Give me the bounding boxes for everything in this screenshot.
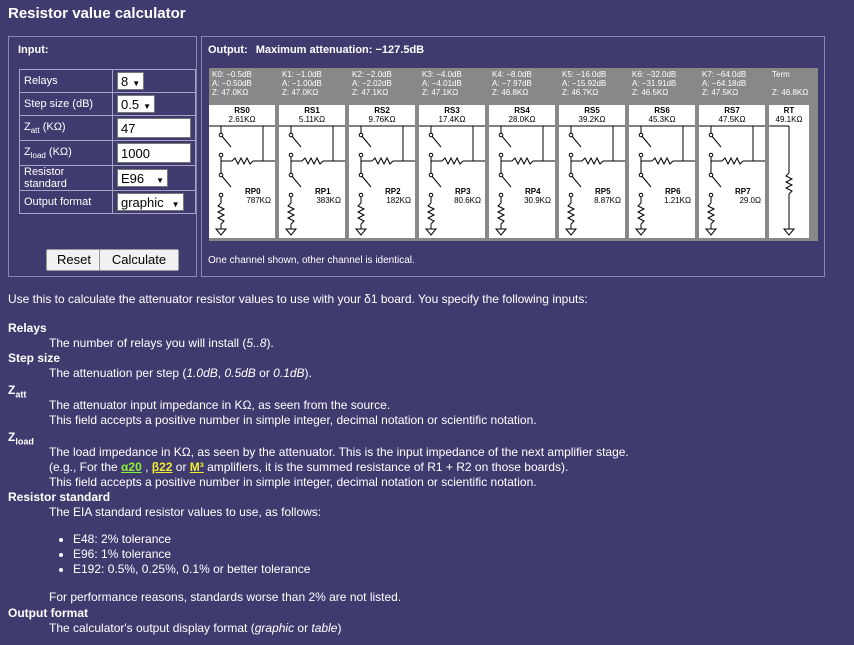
relay-stage: RS2 9.76KΩ RP2 182KΩ: [349, 105, 415, 238]
link-b22[interactable]: β22: [152, 460, 173, 474]
relay-stage: RS3 17.4KΩ RP3 80.6KΩ: [419, 105, 485, 238]
relay-stage: RS4 28.0KΩ RP4 30.9KΩ: [489, 105, 555, 238]
termination-stage: RT 49.1KΩ: [769, 105, 809, 238]
relay-schematic-icon: [349, 125, 415, 236]
channel-header: K3: −4.0dB A: −4.01dB Z: 47.1KΩ: [422, 70, 462, 97]
output-format-select[interactable]: graphic ▼: [117, 193, 184, 211]
resistor-standard-label: Resistor standard: [19, 165, 113, 191]
relay-stage: RS6 45.3KΩ RP6 1.21KΩ: [629, 105, 695, 238]
channel-header: K4: −8.0dB A: −7.97dB Z: 46.8KΩ: [492, 70, 532, 97]
relay-schematic-icon: [699, 125, 765, 236]
relay-schematic-icon: [419, 125, 485, 236]
channel-header: K7: −64.0dB A: −64.18dB Z: 47.5KΩ: [702, 70, 747, 97]
chevron-down-icon: ▼: [156, 176, 165, 185]
help-zload-title: Zload: [8, 430, 34, 447]
relays-select[interactable]: 8 ▼: [117, 72, 145, 90]
help-zatt-desc: The attenuator input impedance in KΩ, as…: [49, 398, 537, 427]
help-relays-title: Relays: [8, 321, 47, 335]
link-a20[interactable]: α20: [121, 460, 142, 474]
help-step-desc: The attenuation per step (1.0dB, 0.5dB o…: [49, 366, 312, 380]
input-panel: Input: Relays 8 ▼ Step size (dB) 0.5 ▼ Zat…: [8, 36, 197, 277]
attenuator-diagram: K0: −0.5dB A: −0.50dB Z: 47.0KΩ RS0 2.61KΩ RP…: [209, 68, 818, 241]
chevron-down-icon: ▼: [171, 200, 180, 209]
calculate-button[interactable]: Calculate: [99, 249, 179, 271]
output-heading: Output: Maximum attenuation: −127.5dB: [208, 44, 425, 56]
standard-list: E48: 2% tolerance E96: 1% tolerance E192…: [49, 532, 401, 577]
relay-schematic-icon: [279, 125, 345, 236]
relay-stage: RS5 39.2KΩ RP5 8.87KΩ: [559, 105, 625, 238]
reset-button[interactable]: Reset: [46, 249, 102, 271]
channel-header: K0: −0.5dB A: −0.50dB Z: 47.0KΩ: [212, 70, 252, 97]
channel-header: K6: −32.0dB A: −31.91dB Z: 46.5KΩ: [632, 70, 677, 97]
help-step-title: Step size: [8, 351, 61, 365]
step-size-label: Step size (dB): [19, 92, 113, 116]
relay-stage: RS7 47.5KΩ RP7 29.0Ω: [699, 105, 765, 238]
help-format-title: Output format: [8, 606, 88, 620]
zatt-input[interactable]: 47: [117, 118, 191, 138]
relay-stage: RS1 5.11KΩ RP1 383KΩ: [279, 105, 345, 238]
channel-header: K1: −1.0dB A: −1.00dB Z: 47.0KΩ: [282, 70, 322, 97]
relay-schematic-icon: [629, 125, 695, 236]
term-header: Term Z: 46.8KΩ: [772, 70, 809, 97]
help-standard-desc: The EIA standard resistor values to use,…: [49, 505, 401, 605]
relay-schematic-icon: [209, 125, 275, 236]
input-form: Relays 8 ▼ Step size (dB) 0.5 ▼ Zatt (KΩ) …: [19, 69, 196, 214]
relays-label: Relays: [19, 69, 113, 93]
output-panel: Output: Maximum attenuation: −127.5dB K0:…: [201, 36, 825, 277]
page-title: Resistor value calculator: [8, 5, 186, 22]
relay-schematic-icon: [489, 125, 555, 236]
output-note: One channel shown, other channel is iden…: [208, 255, 415, 266]
relay-schematic-icon: [559, 125, 625, 236]
channel-header: K5: −16.0dB A: −15.92dB Z: 46.7KΩ: [562, 70, 607, 97]
help-zload-desc: The load impedance in KΩ, as seen by the…: [49, 445, 629, 489]
max-attenuation: Maximum attenuation: −127.5dB: [255, 44, 425, 56]
termination-schematic-icon: [769, 125, 796, 236]
list-item: E96: 1% tolerance: [73, 547, 401, 562]
output-format-label: Output format: [19, 190, 113, 214]
zload-label: Zload (KΩ): [19, 140, 113, 166]
help-intro: Use this to calculate the attenuator res…: [8, 292, 588, 306]
help-standard-title: Resistor standard: [8, 490, 111, 504]
list-item: E192: 0.5%, 0.25%, 0.1% or better tolera…: [73, 562, 401, 577]
zload-input[interactable]: 1000: [117, 143, 191, 163]
chevron-down-icon: ▼: [143, 102, 151, 111]
help-relays-desc: The number of relays you will install (5…: [49, 336, 274, 350]
step-size-select[interactable]: 0.5 ▼: [117, 95, 155, 113]
help-format-desc: The calculator's output display format (…: [49, 621, 342, 635]
input-heading: Input:: [18, 44, 49, 56]
help-zatt-title: Zatt: [8, 383, 27, 400]
link-m3[interactable]: M³: [190, 460, 204, 474]
list-item: E48: 2% tolerance: [73, 532, 401, 547]
resistor-standard-select[interactable]: E96 ▼: [117, 169, 169, 187]
zatt-label: Zatt (KΩ): [19, 115, 113, 141]
chevron-down-icon: ▼: [132, 79, 141, 88]
channel-header: K2: −2.0dB A: −2.02dB Z: 47.1KΩ: [352, 70, 392, 97]
relay-stage: RS0 2.61KΩ RP0 787KΩ: [209, 105, 275, 238]
